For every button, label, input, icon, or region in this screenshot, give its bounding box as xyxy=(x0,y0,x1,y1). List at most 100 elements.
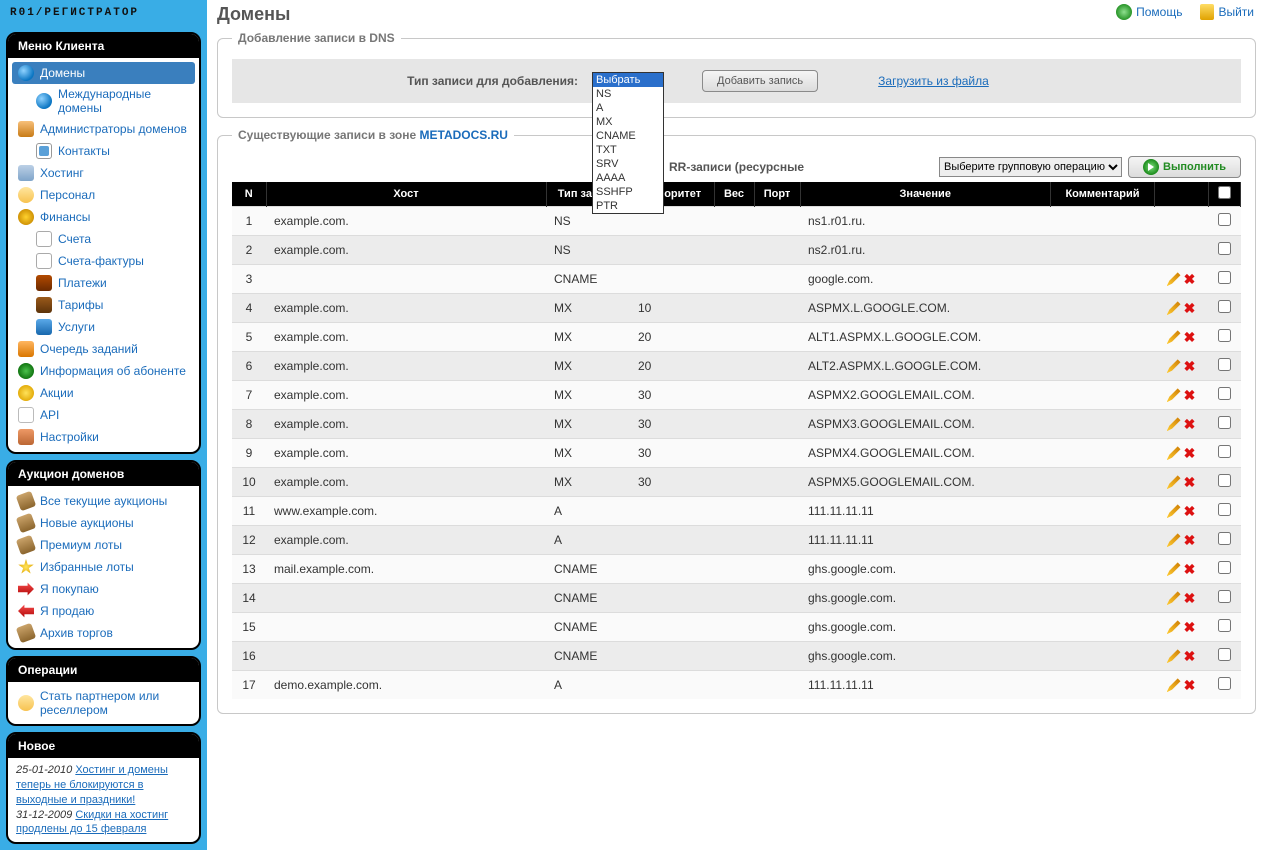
cell-host: mail.example.com. xyxy=(266,555,546,584)
client-label: Финансы xyxy=(40,210,90,224)
client-item-6[interactable]: Финансы xyxy=(12,206,195,228)
delete-icon[interactable]: ✖ xyxy=(1183,330,1197,344)
client-item-15[interactable]: API xyxy=(12,404,195,426)
type-option-ns[interactable]: NS xyxy=(593,87,663,101)
row-checkbox[interactable] xyxy=(1218,416,1231,429)
delete-icon[interactable]: ✖ xyxy=(1183,678,1197,692)
client-item-1[interactable]: Международные домены xyxy=(12,84,195,118)
type-option-srv[interactable]: SRV xyxy=(593,157,663,171)
delete-icon[interactable]: ✖ xyxy=(1183,620,1197,634)
edit-icon[interactable] xyxy=(1167,533,1181,547)
edit-icon[interactable] xyxy=(1167,475,1181,489)
client-item-12[interactable]: Очередь заданий xyxy=(12,338,195,360)
upload-from-file-link[interactable]: Загрузить из файла xyxy=(878,74,989,88)
row-checkbox[interactable] xyxy=(1218,590,1231,603)
help-link[interactable]: Помощь xyxy=(1116,4,1182,20)
row-checkbox[interactable] xyxy=(1218,619,1231,632)
type-option-a[interactable]: A xyxy=(593,101,663,115)
delete-icon[interactable]: ✖ xyxy=(1183,272,1197,286)
client-item-2[interactable]: Администраторы доменов xyxy=(12,118,195,140)
run-button[interactable]: Выполнить xyxy=(1128,156,1241,178)
edit-icon[interactable] xyxy=(1167,330,1181,344)
cell-priority: 30 xyxy=(630,468,714,497)
client-item-8[interactable]: Счета-фактуры xyxy=(12,250,195,272)
auction-item-3[interactable]: Избранные лоты xyxy=(12,556,195,578)
edit-icon[interactable] xyxy=(1167,504,1181,518)
auction-item-5[interactable]: Я продаю xyxy=(12,600,195,622)
add-record-button[interactable]: Добавить запись xyxy=(702,70,818,92)
group-operation-select[interactable]: Выберите групповую операцию xyxy=(939,157,1122,177)
edit-icon[interactable] xyxy=(1167,562,1181,576)
delete-icon[interactable]: ✖ xyxy=(1183,533,1197,547)
row-checkbox[interactable] xyxy=(1218,387,1231,400)
delete-icon[interactable]: ✖ xyxy=(1183,504,1197,518)
edit-icon[interactable] xyxy=(1167,301,1181,315)
cell-port xyxy=(754,236,800,265)
client-item-14[interactable]: Акции xyxy=(12,382,195,404)
delete-icon[interactable]: ✖ xyxy=(1183,301,1197,315)
client-item-13[interactable]: Информация об абоненте xyxy=(12,360,195,382)
client-item-11[interactable]: Услуги xyxy=(12,316,195,338)
edit-icon[interactable] xyxy=(1167,591,1181,605)
checkall-checkbox[interactable] xyxy=(1218,186,1231,199)
table-row: 15CNAMEghs.google.com.✖ xyxy=(232,613,1241,642)
delete-icon[interactable]: ✖ xyxy=(1183,591,1197,605)
client-item-10[interactable]: Тарифы xyxy=(12,294,195,316)
type-option-aaaa[interactable]: AAAA xyxy=(593,171,663,185)
delete-icon[interactable]: ✖ xyxy=(1183,417,1197,431)
auction-item-2[interactable]: Премиум лоты xyxy=(12,534,195,556)
edit-icon[interactable] xyxy=(1167,446,1181,460)
cell-value: ghs.google.com. xyxy=(800,613,1051,642)
auction-item-0[interactable]: Все текущие аукционы xyxy=(12,490,195,512)
row-checkbox[interactable] xyxy=(1218,532,1231,545)
delete-icon[interactable]: ✖ xyxy=(1183,446,1197,460)
delete-icon[interactable]: ✖ xyxy=(1183,475,1197,489)
client-item-9[interactable]: Платежи xyxy=(12,272,195,294)
row-checkbox[interactable] xyxy=(1218,242,1231,255)
row-checkbox[interactable] xyxy=(1218,561,1231,574)
edit-icon[interactable] xyxy=(1167,359,1181,373)
row-checkbox[interactable] xyxy=(1218,677,1231,690)
type-option-ptr[interactable]: PTR xyxy=(593,199,663,213)
edit-icon[interactable] xyxy=(1167,620,1181,634)
auction-item-1[interactable]: Новые аукционы xyxy=(12,512,195,534)
auction-item-6[interactable]: Архив торгов xyxy=(12,622,195,644)
delete-icon[interactable]: ✖ xyxy=(1183,649,1197,663)
client-item-16[interactable]: Настройки xyxy=(12,426,195,448)
delete-icon[interactable]: ✖ xyxy=(1183,359,1197,373)
row-checkbox[interactable] xyxy=(1218,503,1231,516)
client-item-4[interactable]: Хостинг xyxy=(12,162,195,184)
client-item-7[interactable]: Счета xyxy=(12,228,195,250)
cell-port xyxy=(754,526,800,555)
edit-icon[interactable] xyxy=(1167,417,1181,431)
ops-item-0[interactable]: Стать партнером или реселлером xyxy=(12,686,195,720)
type-option-cname[interactable]: CNAME xyxy=(593,129,663,143)
cell-port xyxy=(754,323,800,352)
type-option-выбрать[interactable]: Выбрать xyxy=(593,73,663,87)
client-item-5[interactable]: Персонал xyxy=(12,184,195,206)
row-checkbox[interactable] xyxy=(1218,300,1231,313)
type-option-txt[interactable]: TXT xyxy=(593,143,663,157)
type-option-sshfp[interactable]: SSHFP xyxy=(593,185,663,199)
row-checkbox[interactable] xyxy=(1218,474,1231,487)
edit-icon[interactable] xyxy=(1167,649,1181,663)
exit-link[interactable]: Выйти xyxy=(1200,4,1254,20)
row-checkbox[interactable] xyxy=(1218,445,1231,458)
edit-icon[interactable] xyxy=(1167,388,1181,402)
row-checkbox[interactable] xyxy=(1218,648,1231,661)
auction-item-4[interactable]: Я покупаю xyxy=(12,578,195,600)
client-item-3[interactable]: Контакты xyxy=(12,140,195,162)
cell-host: example.com. xyxy=(266,410,546,439)
row-checkbox[interactable] xyxy=(1218,358,1231,371)
row-checkbox[interactable] xyxy=(1218,271,1231,284)
record-type-select[interactable]: Выбрать ↖ ВыбратьNSAMXCNAMETXTSRVAAAASSH… xyxy=(592,72,655,90)
edit-icon[interactable] xyxy=(1167,678,1181,692)
row-checkbox[interactable] xyxy=(1218,213,1231,226)
edit-icon[interactable] xyxy=(1167,272,1181,286)
delete-icon[interactable]: ✖ xyxy=(1183,388,1197,402)
client-item-0[interactable]: Домены xyxy=(12,62,195,84)
cell-comment xyxy=(1051,468,1155,497)
type-option-mx[interactable]: MX xyxy=(593,115,663,129)
row-checkbox[interactable] xyxy=(1218,329,1231,342)
delete-icon[interactable]: ✖ xyxy=(1183,562,1197,576)
